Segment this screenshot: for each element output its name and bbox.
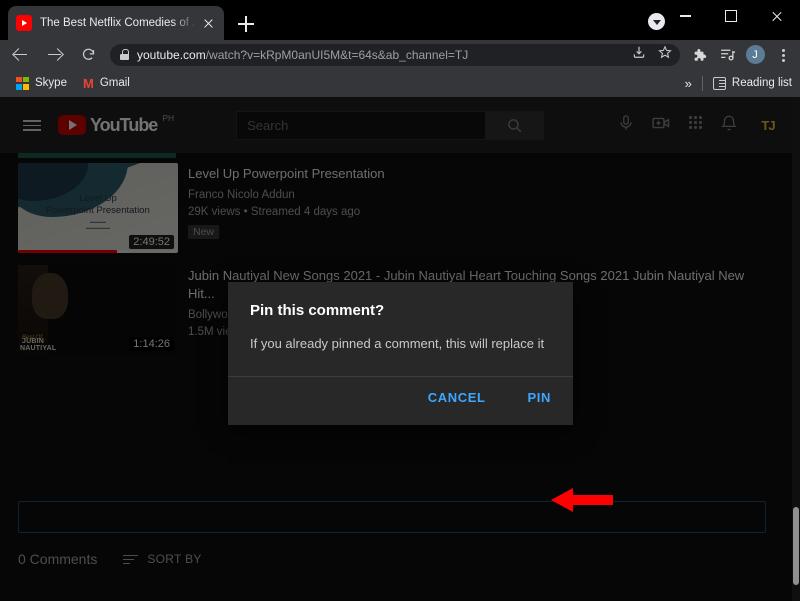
- youtube-favicon: [16, 15, 32, 31]
- tab-strip: The Best Netflix Comedies of Jun: [0, 0, 800, 40]
- bookmark-skype[interactable]: Skype: [8, 75, 75, 92]
- tab-title: The Best Netflix Comedies of Jun: [40, 17, 196, 29]
- dialog-message: If you already pinned a comment, this wi…: [250, 336, 545, 351]
- close-icon[interactable]: [754, 0, 800, 32]
- close-icon[interactable]: [200, 15, 216, 31]
- star-icon[interactable]: [658, 45, 672, 64]
- lock-icon: [120, 49, 129, 60]
- microsoft-logo-icon: [16, 76, 29, 90]
- window-controls: [662, 0, 800, 40]
- profile-initial: J: [745, 45, 765, 64]
- gmail-logo-icon: M: [82, 75, 94, 91]
- bookmarks-bar-right: » Reading list: [685, 75, 792, 91]
- dialog-title: Pin this comment?: [250, 302, 385, 319]
- toolbar-right-icons: J: [686, 42, 800, 68]
- browser-tab[interactable]: The Best Netflix Comedies of Jun: [8, 6, 224, 40]
- bookmarks-bar: Skype M Gmail » Reading list: [0, 69, 800, 97]
- chevron-double-right-icon[interactable]: »: [685, 76, 692, 91]
- reading-list-label: Reading list: [731, 77, 792, 89]
- reading-list-icon: [712, 76, 726, 90]
- media-playlist-icon[interactable]: [714, 42, 740, 68]
- install-app-icon[interactable]: [632, 45, 646, 64]
- three-dot-menu-icon[interactable]: [770, 42, 796, 68]
- reload-icon[interactable]: [74, 41, 102, 69]
- pin-comment-dialog: Pin this comment? If you already pinned …: [228, 282, 573, 425]
- minimize-icon[interactable]: [662, 0, 708, 32]
- red-arrow-left-icon: [551, 487, 613, 513]
- arrow-back-icon[interactable]: [6, 41, 34, 69]
- divider: [228, 376, 573, 377]
- omnibox-icons: [632, 45, 672, 64]
- address-bar[interactable]: youtube.com/watch?v=kRpM0anUI5M&t=64s&ab…: [110, 43, 680, 66]
- pin-button[interactable]: PIN: [520, 384, 559, 411]
- scrollbar-thumb[interactable]: [793, 507, 799, 585]
- youtube-page: YouTube PH Search: [0, 97, 800, 601]
- maximize-icon[interactable]: [708, 0, 754, 32]
- dialog-actions: CANCEL PIN: [420, 384, 559, 411]
- url-text: youtube.com/watch?v=kRpM0anUI5M&t=64s&ab…: [137, 48, 468, 62]
- bookmark-label: Skype: [35, 77, 67, 89]
- bookmark-gmail[interactable]: M Gmail: [75, 75, 138, 92]
- browser-window: The Best Netflix Comedies of Jun youtube…: [0, 0, 800, 601]
- divider: [701, 75, 703, 91]
- puzzle-piece-icon[interactable]: [686, 42, 712, 68]
- cancel-button[interactable]: CANCEL: [420, 384, 494, 411]
- plus-icon[interactable]: [234, 12, 258, 36]
- avatar[interactable]: J: [742, 42, 768, 68]
- bookmark-label: Gmail: [99, 77, 130, 89]
- reading-list-button[interactable]: Reading list: [712, 76, 792, 90]
- url-path: /watch?v=kRpM0anUI5M&t=64s&ab_channel=TJ: [205, 47, 469, 62]
- url-domain: youtube.com: [137, 47, 206, 62]
- arrow-forward-icon[interactable]: [40, 41, 68, 69]
- scrollbar[interactable]: [792, 97, 800, 601]
- browser-toolbar: youtube.com/watch?v=kRpM0anUI5M&t=64s&ab…: [0, 40, 800, 69]
